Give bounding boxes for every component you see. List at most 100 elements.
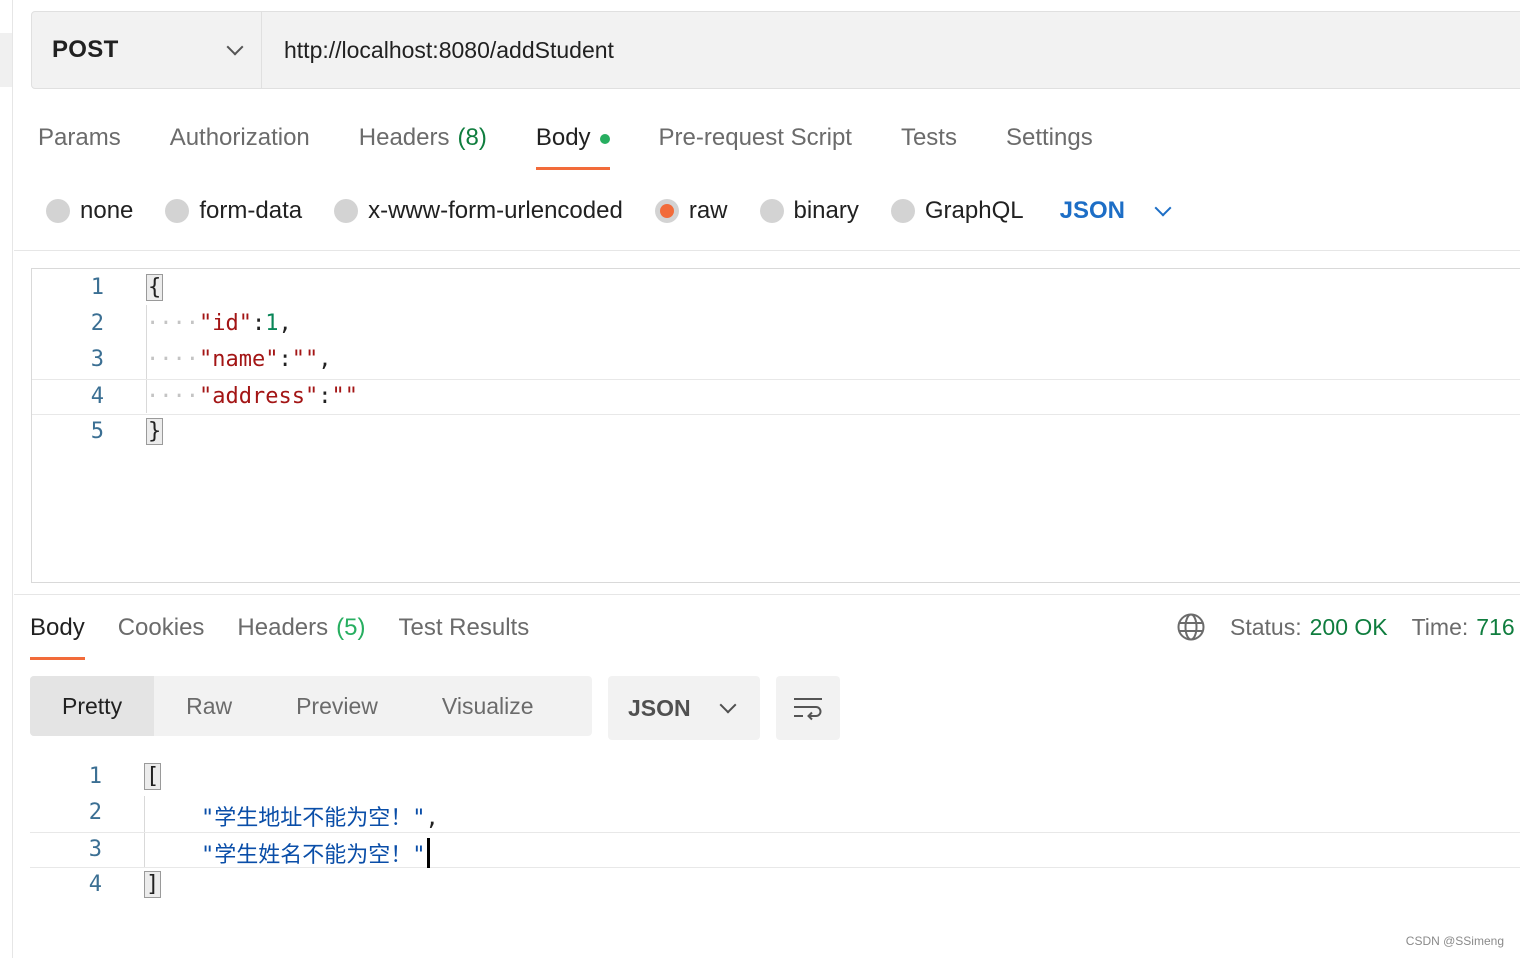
comma: ,	[318, 347, 332, 372]
line-number: 1	[90, 275, 104, 300]
open-brace: {	[146, 274, 164, 301]
radio-label: GraphQL	[924, 197, 1024, 224]
whitespace-dots: ····	[146, 311, 199, 336]
view-preview[interactable]: Preview	[264, 676, 410, 736]
code-line: 4 ]	[30, 868, 1520, 904]
wrap-lines-button[interactable]	[776, 676, 840, 740]
globe-icon[interactable]	[1176, 612, 1206, 642]
tab-label: Headers	[237, 614, 329, 641]
response-body-viewer[interactable]: 1 [ 2 "学生地址不能为空！", 3 "学生姓名不能为空！" 4 ]	[30, 760, 1520, 920]
line-number: 4	[90, 384, 104, 409]
line-number: 4	[88, 872, 102, 897]
divider	[14, 250, 1520, 251]
tab-response-body[interactable]: Body	[30, 610, 85, 660]
sidebar-stub	[0, 33, 12, 87]
code-line: 5 }	[32, 415, 1520, 451]
tab-label: Test Results	[398, 614, 530, 641]
response-tabs: Body Cookies Headers (5) Test Results	[30, 610, 562, 660]
tab-headers[interactable]: Headers (8)	[359, 120, 487, 170]
code-line-current: 4 ····"address":""	[32, 379, 1520, 415]
tab-params[interactable]: Params	[38, 120, 121, 170]
open-bracket: [	[144, 763, 162, 790]
divider	[14, 594, 1520, 595]
request-tabs: Params Authorization Headers (8) Body Pre…	[38, 120, 1142, 172]
json-string: "学生地址不能为空！"	[201, 806, 426, 831]
raw-format-select[interactable]: JSON	[1059, 197, 1172, 225]
request-body-editor[interactable]: 1 { 2 ····"id":1, 3 ····"name":"", 4 ···…	[31, 268, 1520, 583]
code-text: {	[146, 274, 164, 301]
radio-circle	[890, 199, 915, 223]
url-input[interactable]: http://localhost:8080/addStudent	[262, 37, 614, 64]
radio-graphql[interactable]: GraphQL	[890, 197, 1024, 225]
view-visualize[interactable]: Visualize	[410, 676, 566, 736]
close-brace: }	[146, 418, 164, 445]
line-number: 2	[90, 311, 104, 336]
code-text: ]	[144, 871, 162, 898]
tab-label: Body	[535, 124, 591, 151]
tab-label: Body	[30, 614, 85, 641]
line-number: 5	[90, 419, 104, 444]
wrap-lines-icon	[794, 698, 822, 721]
left-sidebar-edge	[0, 0, 13, 958]
tab-label: Headers	[358, 124, 450, 151]
time-label: Time:	[1411, 613, 1469, 640]
radio-urlencoded[interactable]: x-www-form-urlencoded	[334, 197, 623, 225]
whitespace-dots: ····	[146, 347, 199, 372]
radio-raw[interactable]: raw	[654, 197, 728, 225]
radio-circle	[759, 199, 784, 223]
response-view-toggle: Pretty Raw Preview Visualize	[30, 676, 592, 736]
tab-settings[interactable]: Settings	[1006, 120, 1093, 170]
code-text: "学生姓名不能为空！"	[201, 837, 430, 869]
whitespace-dots: ····	[146, 384, 199, 409]
radio-label: form-data	[199, 197, 303, 224]
comma: ,	[425, 806, 439, 831]
body-indicator-dot	[599, 134, 610, 144]
code-text: ····"name":"",	[146, 347, 331, 372]
format-label: JSON	[628, 694, 691, 721]
code-line: 1 {	[32, 271, 1520, 307]
status-label: Status:	[1230, 613, 1302, 640]
code-line: 2 ····"id":1,	[32, 307, 1520, 343]
format-label: JSON	[1059, 197, 1125, 224]
method-select[interactable]: POST	[32, 12, 262, 88]
tab-label: Authorization	[169, 124, 310, 151]
json-key: "address"	[198, 384, 319, 409]
colon: :	[251, 311, 266, 336]
radio-binary[interactable]: binary	[759, 197, 859, 225]
radio-label: none	[80, 197, 134, 224]
status-value[interactable]: 200 OK	[1310, 614, 1388, 641]
request-bar: POST http://localhost:8080/addStudent	[31, 11, 1520, 89]
code-text: [	[144, 763, 162, 790]
tab-test-results[interactable]: Test Results	[398, 610, 529, 660]
code-line: 3 ····"name":"",	[32, 343, 1520, 379]
code-line: 2 "学生地址不能为空！",	[30, 796, 1520, 832]
radio-form-data[interactable]: form-data	[165, 197, 302, 225]
json-value: ""	[291, 347, 319, 372]
radio-none[interactable]: none	[46, 197, 133, 225]
tab-authorization[interactable]: Authorization	[170, 120, 310, 170]
radio-circle	[46, 199, 70, 223]
colon: :	[318, 384, 332, 409]
tab-pre-request-script[interactable]: Pre-request Script	[659, 120, 852, 170]
tab-label: Params	[38, 124, 121, 151]
close-bracket: ]	[144, 871, 162, 898]
response-status: Status: 200 OK Time: 716	[1176, 612, 1515, 642]
json-string: "学生姓名不能为空！"	[201, 843, 426, 868]
radio-label: raw	[688, 197, 728, 224]
headers-count: (8)	[457, 124, 487, 151]
view-raw[interactable]: Raw	[154, 676, 264, 736]
tab-response-headers[interactable]: Headers (5)	[237, 610, 365, 660]
tab-cookies[interactable]: Cookies	[118, 610, 205, 660]
tab-tests[interactable]: Tests	[901, 120, 957, 170]
time-value[interactable]: 716	[1476, 614, 1514, 641]
radio-label: binary	[793, 197, 859, 224]
tab-body[interactable]: Body	[535, 120, 610, 170]
view-pretty[interactable]: Pretty	[30, 676, 155, 736]
response-format-select[interactable]: JSON	[608, 676, 760, 740]
code-text: ····"address":""	[146, 384, 358, 409]
chevron-down-icon	[719, 696, 737, 714]
radio-circle-selected	[654, 199, 679, 223]
code-line-current: 3 "学生姓名不能为空！"	[30, 832, 1520, 868]
comma: ,	[278, 311, 292, 336]
code-line: 1 [	[30, 760, 1520, 796]
